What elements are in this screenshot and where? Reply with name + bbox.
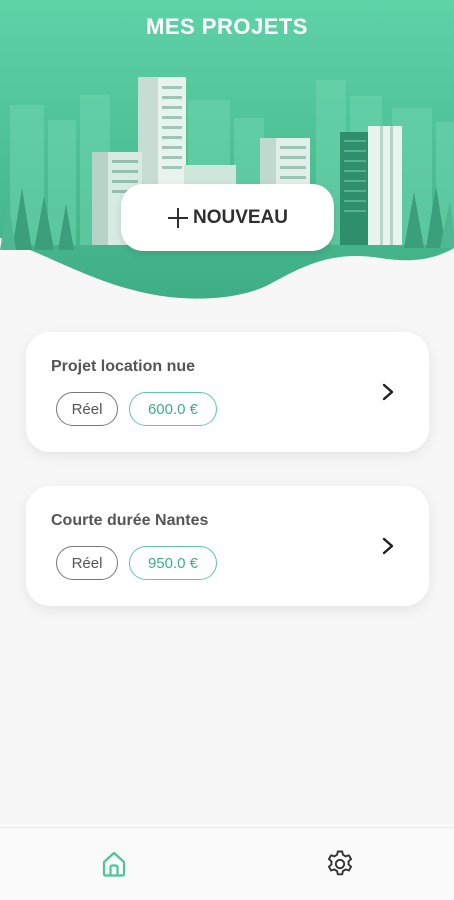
- project-type-chip: Réel: [56, 392, 118, 426]
- plus-icon: [167, 207, 189, 229]
- nav-home-button[interactable]: [96, 846, 132, 882]
- new-project-label: NOUVEAU: [192, 206, 288, 228]
- project-card[interactable]: Projet location nue Réel 600.0 €: [26, 332, 429, 452]
- home-icon: [102, 851, 126, 877]
- header-banner: MES PROJETS NOUVEAU: [0, 0, 454, 300]
- project-type-chip: Réel: [56, 546, 118, 580]
- project-name: Projet location nue: [51, 358, 196, 375]
- page-title: MES PROJETS: [146, 14, 308, 39]
- project-card[interactable]: Courte durée Nantes Réel 950.0 €: [26, 486, 429, 606]
- chevron-right-icon[interactable]: [381, 536, 395, 556]
- city-illustration: [0, 0, 454, 299]
- nav-settings-button[interactable]: [322, 846, 358, 882]
- gear-icon: [327, 850, 353, 876]
- project-amount-chip: 600.0 €: [129, 392, 217, 426]
- new-project-button[interactable]: NOUVEAU: [121, 184, 334, 251]
- chevron-right-icon[interactable]: [381, 382, 395, 402]
- project-amount-chip: 950.0 €: [129, 546, 217, 580]
- project-name: Courte durée Nantes: [51, 512, 209, 529]
- bottom-navigation: [0, 827, 454, 900]
